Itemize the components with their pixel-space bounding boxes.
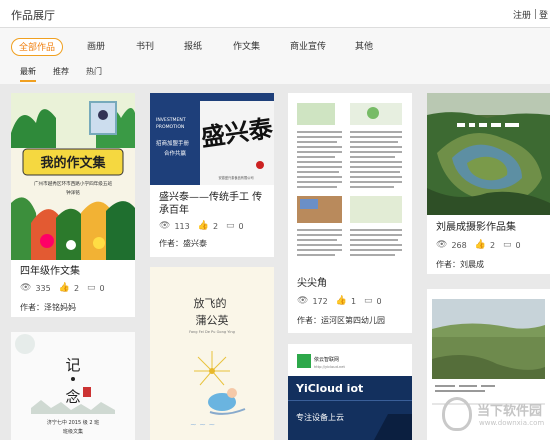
eye-icon: 👁: [159, 221, 171, 231]
like-count: 2: [212, 221, 219, 231]
card-cover[interactable]: INVESTMENT PROMOTION 招商加盟手册 合作共赢 盛兴泰 安徽盛…: [150, 93, 274, 185]
work-card[interactable]: 我的作文集 广州市越秀区环市西路小学四年级五班 钟泽铭 四年级作文集 👁 335 …: [11, 93, 135, 317]
card-cover[interactable]: 记 念 济宁七中 2015 级 2 班 班级文集: [11, 332, 135, 440]
watermark-name: 当下软件园: [477, 404, 543, 419]
register-link[interactable]: 注册: [513, 8, 531, 21]
site-watermark: 当下软件园 www.downxia.com: [435, 395, 550, 440]
cover-brand-en: YiCloud iot: [295, 382, 363, 395]
view-count: 268: [451, 240, 467, 250]
sort-recommended[interactable]: 推荐: [53, 66, 69, 77]
card-title[interactable]: 尖尖角: [297, 277, 327, 290]
eye-icon: 👁: [297, 296, 309, 306]
cover-brand: 依云智联网: [314, 356, 339, 363]
cover-char2: 念: [65, 388, 80, 406]
work-card[interactable]: 尖尖角 👁 172 👍 1 ▭ 0 作者：运河区第四幼儿园: [288, 93, 412, 333]
cover-heading: 我的作文集: [40, 155, 106, 171]
cover-title2: 蒲公英: [196, 313, 229, 327]
cover-line2: PROMOTION: [156, 124, 184, 130]
like-icon[interactable]: 👍: [336, 296, 347, 306]
work-card[interactable]: 刘晨成摄影作品集 👁 268 👍 2 ▭ 0 作者：刘晨成: [427, 93, 550, 274]
cover-line1: 济宁七中 2015 级 2 班: [47, 419, 99, 426]
cover-url: http://yicloud.net: [314, 365, 345, 369]
watermark-url: www.downxia.com: [479, 419, 545, 427]
view-count: 172: [312, 296, 328, 306]
work-card[interactable]: 依云智联网 http://yicloud.net YiCloud iot 专注设…: [288, 344, 412, 440]
cover-company: 安徽盛兴泰食品有限公司: [218, 175, 253, 180]
comment-count: 0: [99, 283, 105, 293]
category-album[interactable]: 画册: [87, 38, 105, 56]
comment-icon[interactable]: ▭: [87, 283, 96, 293]
card-stats: 👁 172 👍 1 ▭ 0: [297, 296, 390, 306]
comment-count: 0: [238, 221, 244, 231]
like-icon[interactable]: 👍: [59, 283, 70, 293]
sort-latest[interactable]: 最新: [20, 66, 36, 77]
cover-sub: Fang Fei De Pu Gong Ying: [189, 330, 235, 334]
like-icon[interactable]: 👍: [475, 240, 486, 250]
card-stats: 👁 335 👍 2 ▭ 0: [20, 283, 113, 293]
cover-sub2: 合作共赢: [164, 149, 187, 157]
card-cover[interactable]: 依云智联网 http://yicloud.net YiCloud iot 专注设…: [288, 344, 412, 440]
shield-icon: [442, 397, 472, 431]
login-link[interactable]: 登: [539, 8, 550, 21]
comment-icon[interactable]: ▭: [364, 296, 373, 306]
card-title[interactable]: 四年级作文集: [20, 265, 80, 278]
category-newspaper[interactable]: 报纸: [184, 38, 202, 56]
category-books[interactable]: 书刊: [136, 38, 154, 56]
card-cover[interactable]: [427, 93, 550, 215]
comment-icon[interactable]: ▭: [226, 221, 235, 231]
cover-school: 广州市越秀区环市西路小学四年级五班: [34, 180, 113, 187]
card-stats: 👁 268 👍 2 ▭ 0: [436, 240, 529, 250]
like-icon[interactable]: 👍: [198, 221, 209, 231]
like-count: 2: [489, 240, 496, 250]
category-other[interactable]: 其他: [355, 38, 373, 56]
category-business[interactable]: 商业宣传: [290, 38, 326, 56]
cover-tag: 专注设备上云: [296, 412, 344, 422]
cover-char1: 记: [65, 356, 80, 374]
card-author[interactable]: 作者：运河区第四幼儿园: [297, 315, 385, 326]
page-title: 作品展厅: [11, 9, 55, 22]
card-cover[interactable]: 放飞的 蒲公英 Fang Fei De Pu Gong Ying ~ ~ ~: [150, 267, 274, 440]
comment-count: 0: [376, 296, 382, 306]
cover-line2: 班级文集: [63, 428, 83, 435]
svg-text:~ ~ ~: ~ ~ ~: [190, 420, 215, 429]
card-stats: 👁 113 👍 2 ▭ 0: [159, 221, 252, 231]
work-card[interactable]: 记 念 济宁七中 2015 级 2 班 班级文集: [11, 332, 135, 440]
sort-active-indicator: [20, 80, 36, 82]
card-title[interactable]: 刘晨成摄影作品集: [436, 221, 516, 234]
eye-icon: 👁: [20, 283, 32, 293]
eye-icon: 👁: [436, 240, 448, 250]
cover-teacher: 钟泽铭: [66, 189, 80, 196]
cover-title: 放飞的: [194, 296, 227, 310]
view-count: 335: [35, 283, 51, 293]
comment-count: 0: [515, 240, 521, 250]
work-card[interactable]: INVESTMENT PROMOTION 招商加盟手册 合作共赢 盛兴泰 安徽盛…: [150, 93, 274, 257]
card-cover[interactable]: [288, 93, 412, 271]
top-bar: 作品展厅 注册 登: [0, 0, 550, 28]
work-card[interactable]: 放飞的 蒲公英 Fang Fei De Pu Gong Ying ~ ~ ~: [150, 267, 274, 440]
like-count: 1: [350, 296, 357, 306]
card-title[interactable]: 盛兴泰——传统手工 传承百年: [159, 191, 267, 217]
sort-popular[interactable]: 热门: [86, 66, 102, 77]
category-essays[interactable]: 作文集: [233, 38, 260, 56]
category-filter-bar: 全部作品 画册 书刊 报纸 作文集 商业宣传 其他 最新 推荐 热门: [0, 28, 550, 84]
comment-icon[interactable]: ▭: [503, 240, 512, 250]
view-count: 113: [174, 221, 190, 231]
card-author[interactable]: 作者：盛兴泰: [159, 238, 207, 249]
card-author[interactable]: 作者：泽铭妈妈: [20, 302, 76, 313]
like-count: 2: [73, 283, 80, 293]
cover-line1: INVESTMENT: [156, 117, 186, 123]
category-all[interactable]: 全部作品: [11, 38, 64, 56]
cover-sub1: 招商加盟手册: [156, 139, 190, 147]
header-divider: [535, 9, 536, 19]
card-cover[interactable]: 我的作文集 广州市越秀区环市西路小学四年级五班 钟泽铭: [11, 93, 135, 260]
card-author[interactable]: 作者：刘晨成: [436, 259, 484, 270]
